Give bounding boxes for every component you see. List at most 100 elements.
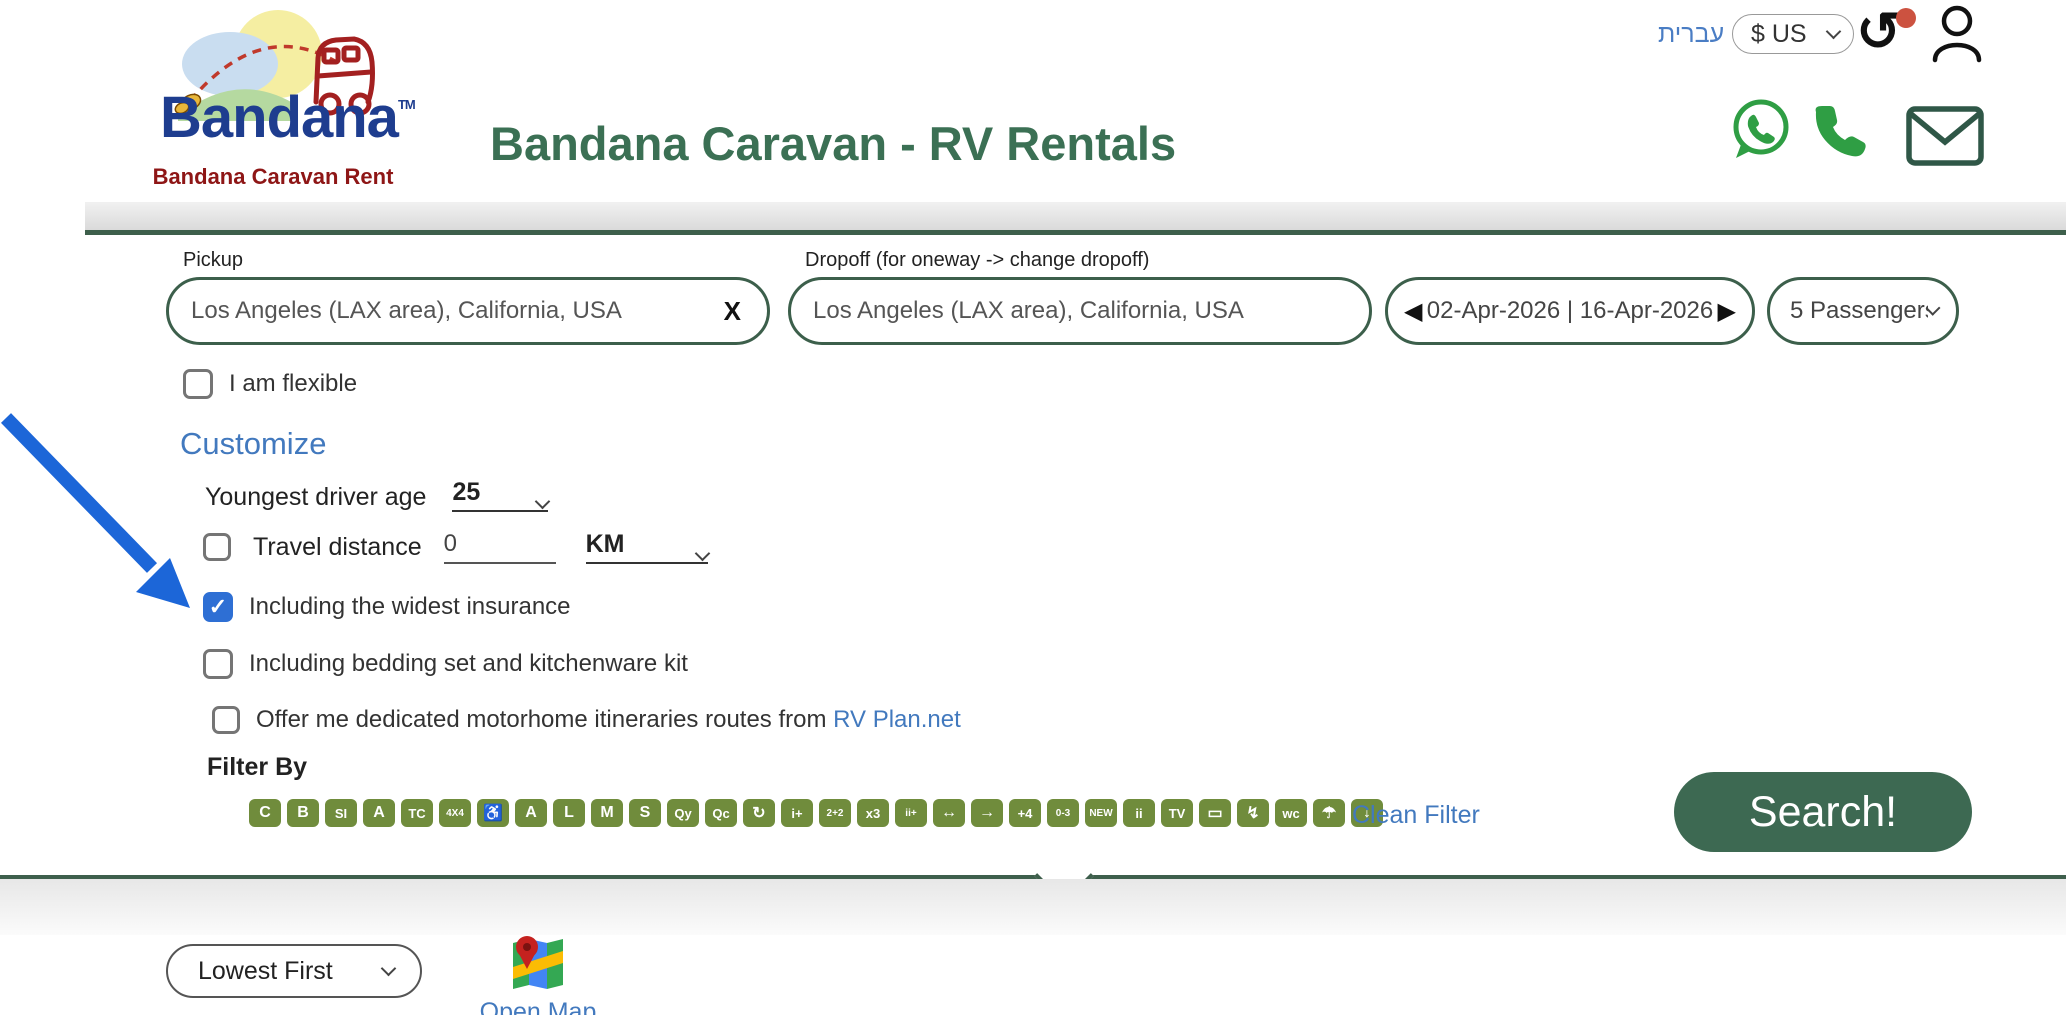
filter-icon-tv[interactable]: TV <box>1161 799 1193 827</box>
filter-icon-semi-integrated[interactable]: SI <box>325 799 357 827</box>
date-range-field[interactable]: ◀ 02-Apr-2026 | 16-Apr-2026 ▶ <box>1385 277 1755 345</box>
filter-icon-size-small[interactable]: S <box>629 799 661 827</box>
dropoff-label: Dropoff (for oneway -> change dropoff) <box>805 249 1149 272</box>
dropoff-input[interactable]: Los Angeles (LAX area), California, USA <box>788 277 1372 345</box>
person-icon <box>1928 4 1986 66</box>
filter-icon-automatic-transmission[interactable]: A <box>515 799 547 827</box>
phone-icon <box>1812 104 1870 160</box>
page-title: Bandana Caravan - RV Rentals <box>490 116 1176 171</box>
driver-age-select[interactable]: 25 <box>452 478 548 512</box>
filter-icon-rv-length[interactable]: → <box>971 799 1003 827</box>
check-icon: ✓ <box>209 594 227 620</box>
filter-icon-wheelchair-accessible[interactable]: ♿ <box>477 799 509 827</box>
open-map-widget[interactable]: Open Map <box>473 933 603 1015</box>
driver-age-label: Youngest driver age <box>205 483 426 512</box>
bedding-label: Including bedding set and kitchenware ki… <box>249 650 688 678</box>
filter-icon-size-medium[interactable]: M <box>591 799 623 827</box>
rv-plan-link[interactable]: RV Plan.net <box>833 706 961 733</box>
insurance-checkbox[interactable]: ✓ <box>203 592 233 622</box>
phone-button[interactable] <box>1812 104 1870 165</box>
filter-icon-rv-plus-4[interactable]: +4 <box>1009 799 1041 827</box>
filter-icon-power[interactable]: ↯ <box>1237 799 1269 827</box>
dropoff-value: Los Angeles (LAX area), California, USA <box>813 297 1244 325</box>
passengers-value: 5 Passengers <box>1790 297 1928 325</box>
map-icon <box>509 933 567 991</box>
filter-icon-class-b[interactable]: B <box>287 799 319 827</box>
distance-unit-value: KM <box>586 530 625 559</box>
header-divider-line <box>85 230 2066 235</box>
search-button[interactable]: Search! <box>1674 772 1972 852</box>
insurance-row: ✓ Including the widest insurance <box>203 592 571 622</box>
filter-icon-sleeps-x3[interactable]: x3 <box>857 799 889 827</box>
filter-icon-wc[interactable]: wc <box>1275 799 1307 827</box>
passengers-select[interactable]: 5 Passengers <box>1767 277 1959 345</box>
insurance-label: Including the widest insurance <box>249 593 571 621</box>
chevron-down-icon <box>694 546 710 562</box>
filter-icon-truck-camper[interactable]: TC <box>401 799 433 827</box>
currency-select[interactable]: $ US <box>1732 14 1854 54</box>
filter-icon-rv-age-0-3[interactable]: 0-3 <box>1047 799 1079 827</box>
whatsapp-button[interactable] <box>1730 98 1792 167</box>
whatsapp-icon <box>1730 98 1792 162</box>
currency-value: $ US <box>1751 20 1828 49</box>
driver-age-row: Youngest driver age 25 <box>205 478 548 512</box>
offer-routes-checkbox[interactable] <box>212 706 240 734</box>
filter-icon-offroad-4x4[interactable]: 4X4 <box>439 799 471 827</box>
filter-icon-quality-c[interactable]: Qc <box>705 799 737 827</box>
flexible-checkbox[interactable] <box>183 369 213 399</box>
prev-date-arrow[interactable]: ◀ <box>1404 297 1422 326</box>
clean-filter-link[interactable]: Clean Filter <box>1352 801 1480 830</box>
filter-icon-family-plus[interactable]: ii+ <box>895 799 927 827</box>
email-button[interactable] <box>1906 106 1984 171</box>
account-button[interactable] <box>1928 4 1986 71</box>
envelope-icon <box>1906 106 1984 166</box>
travel-distance-checkbox[interactable] <box>203 533 231 561</box>
offer-routes-label: Offer me dedicated motorhome itineraries… <box>256 706 961 734</box>
filter-icon-seats-2plus2[interactable]: 2+2 <box>819 799 851 827</box>
logo-subtitle: Bandana Caravan Rent <box>138 164 408 190</box>
section-shadow-band <box>0 879 2066 935</box>
reset-icon: ↺ <box>1856 2 1901 62</box>
filter-icon-size-large[interactable]: L <box>553 799 585 827</box>
logo-wordmark: BandanaTM <box>160 84 415 151</box>
filter-by-label: Filter By <box>207 753 307 782</box>
date-range-value: 02-Apr-2026 | 16-Apr-2026 <box>1427 297 1713 325</box>
header-divider-band <box>85 202 2066 230</box>
chevron-down-icon <box>1826 24 1842 40</box>
travel-distance-label: Travel distance <box>253 533 422 562</box>
filter-icon-bed-width[interactable]: ↔ <box>933 799 965 827</box>
filter-icon-couple[interactable]: ii <box>1123 799 1155 827</box>
flexible-label: I am flexible <box>229 370 357 398</box>
tm-mark: TM <box>398 97 415 112</box>
filter-icon-rv-new[interactable]: NEW <box>1085 799 1117 827</box>
filter-icon-adult-plus[interactable]: i+ <box>781 799 813 827</box>
chevron-down-icon <box>381 961 397 977</box>
pickup-value: Los Angeles (LAX area), California, USA <box>191 297 622 325</box>
filter-icon-shower[interactable]: ☂ <box>1313 799 1345 827</box>
customize-link[interactable]: Customize <box>180 426 326 462</box>
filter-icon-class-c[interactable]: C <box>249 799 281 827</box>
filter-icon-quality-y[interactable]: Qy <box>667 799 699 827</box>
offer-routes-row: Offer me dedicated motorhome itineraries… <box>212 706 961 734</box>
language-link-hebrew[interactable]: עברית <box>1658 20 1724 49</box>
filter-icon-class-a[interactable]: A <box>363 799 395 827</box>
filter-icon-rotation-360[interactable]: ↻ <box>743 799 775 827</box>
clear-pickup-button[interactable]: X <box>724 296 767 327</box>
distance-unit-select[interactable]: KM <box>586 530 708 564</box>
pickup-input[interactable]: Los Angeles (LAX area), California, USA … <box>166 277 770 345</box>
pickup-label: Pickup <box>183 249 243 272</box>
notification-badge <box>1896 8 1916 28</box>
filter-icons-row: CBSIATC4X4♿ALMSQyQc↻i+2+2x3ii+↔→+40-3NEW… <box>249 799 1383 827</box>
flexible-row: I am flexible <box>183 369 357 399</box>
travel-distance-input[interactable]: 0 <box>444 530 556 564</box>
page: BandanaTM Bandana Caravan Rent Bandana C… <box>0 0 2066 1015</box>
sort-select[interactable]: Lowest First <box>166 944 422 998</box>
sort-value: Lowest First <box>198 957 383 986</box>
next-date-arrow[interactable]: ▶ <box>1718 297 1736 326</box>
logo[interactable]: BandanaTM Bandana Caravan Rent <box>138 6 408 202</box>
open-map-link[interactable]: Open Map <box>473 998 603 1015</box>
bedding-row: Including bedding set and kitchenware ki… <box>203 649 688 679</box>
filter-icon-bed[interactable]: ▭ <box>1199 799 1231 827</box>
bedding-checkbox[interactable] <box>203 649 233 679</box>
reset-search-button[interactable]: ↺ <box>1856 2 1918 64</box>
